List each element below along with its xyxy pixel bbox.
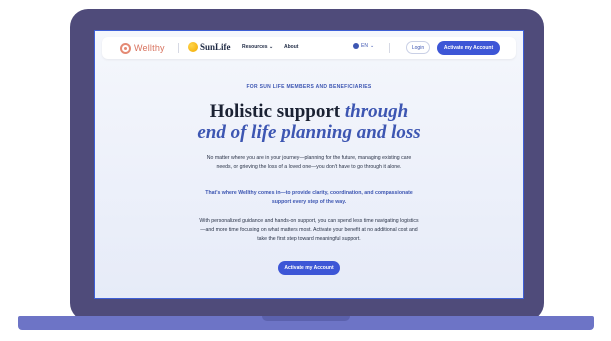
login-button[interactable]: Login bbox=[406, 41, 430, 54]
language-label: EN bbox=[361, 43, 368, 49]
wellthy-logo-text: Wellthy bbox=[134, 43, 165, 53]
nav-about[interactable]: About bbox=[284, 44, 298, 50]
nav-resources-label: Resources bbox=[242, 44, 268, 50]
chevron-down-icon: ⌄ bbox=[268, 44, 274, 50]
language-selector[interactable]: EN ⌄ bbox=[353, 43, 374, 49]
globe-icon bbox=[353, 43, 359, 49]
sunlife-logo-text: SunLife bbox=[200, 42, 231, 52]
hero-title-plain: Holistic support bbox=[209, 101, 341, 122]
chevron-down-icon: ⌄ bbox=[369, 43, 375, 49]
wellthy-logo[interactable]: Wellthy bbox=[120, 42, 165, 54]
laptop-screen: Wellthy SunLife Resources ⌄ About EN ⌄ L… bbox=[94, 30, 524, 299]
nav-divider bbox=[178, 43, 179, 53]
activate-account-cta-button[interactable]: Activate my Account bbox=[278, 261, 340, 275]
hero-title-line2: end of life planning and loss bbox=[197, 122, 421, 143]
flower-logo-icon bbox=[120, 42, 131, 54]
hero-paragraph-1: No matter where you are in your journey—… bbox=[206, 155, 412, 170]
sun-logo-icon bbox=[188, 42, 198, 52]
top-nav: Wellthy SunLife Resources ⌄ About EN ⌄ L… bbox=[102, 37, 516, 59]
sunlife-logo[interactable]: SunLife bbox=[188, 42, 231, 52]
hero-paragraph-3: With personalized guidance and hands-on … bbox=[199, 218, 419, 242]
laptop-notch bbox=[262, 316, 350, 321]
nav-resources[interactable]: Resources ⌄ bbox=[242, 44, 273, 50]
hero-title-line1: Holistic support through bbox=[95, 101, 523, 122]
eyebrow-text: FOR SUN LIFE MEMBERS AND BENEFICIARIES bbox=[246, 84, 372, 90]
hero-title-accent: through bbox=[344, 101, 409, 122]
nav-divider bbox=[389, 43, 390, 53]
activate-account-nav-button[interactable]: Activate my Account bbox=[437, 41, 500, 55]
hero-paragraph-2: That's where Wellthy comes in—to provide… bbox=[205, 190, 413, 205]
